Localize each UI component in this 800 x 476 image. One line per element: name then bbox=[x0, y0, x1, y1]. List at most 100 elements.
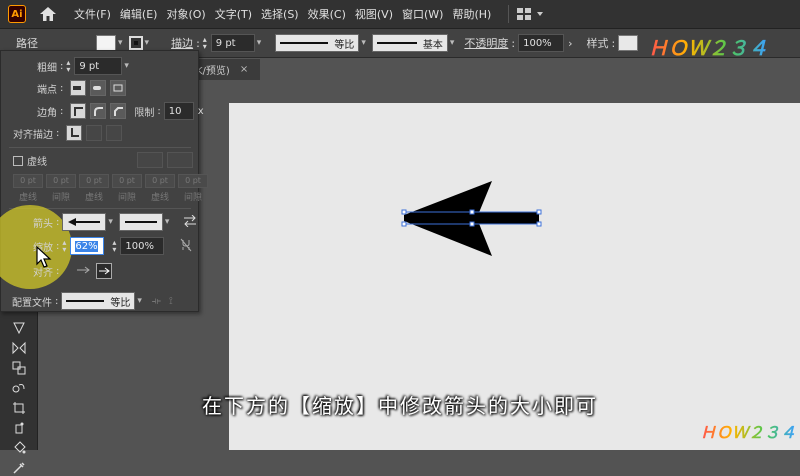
gap-label: 间隙 bbox=[117, 193, 136, 203]
start-arrowhead-dropdown[interactable] bbox=[62, 213, 107, 231]
end-arrowhead-dropdown[interactable] bbox=[118, 213, 163, 231]
graphic-style-swatch[interactable] bbox=[618, 35, 639, 51]
eyedropper-icon[interactable] bbox=[10, 460, 28, 476]
profile-row: 配置文件: 等比 ▾ ⟛ ⟟ bbox=[12, 292, 173, 310]
miter-join-icon[interactable] bbox=[70, 103, 87, 119]
stroke-color-swatch[interactable] bbox=[128, 36, 143, 50]
dash-gap-fields: 0 pt 0 pt 0 pt 0 pt 0 pt 0 pt 虚线 间隙 虚线 间… bbox=[13, 174, 208, 203]
preserve-dash-icon[interactable] bbox=[137, 152, 163, 168]
cap-row: 端点: bbox=[37, 80, 127, 96]
free-transform-icon[interactable] bbox=[10, 320, 28, 336]
arrowheads-label: 箭头 bbox=[33, 218, 53, 230]
align-stroke-row: 对齐描边: bbox=[13, 125, 123, 141]
corner-row: 边角: 限制: 10 x bbox=[37, 102, 204, 120]
limit-input[interactable]: 10 bbox=[163, 102, 194, 120]
object-type-label: 路径 bbox=[16, 35, 90, 51]
cap-label: 端点 bbox=[37, 84, 57, 96]
menu-object[interactable]: 对象(O) bbox=[166, 6, 205, 22]
dash-align-buttons bbox=[133, 152, 193, 168]
flip-along-icon[interactable]: ⟛ bbox=[152, 296, 161, 307]
start-scale-input[interactable]: 62% bbox=[70, 237, 105, 255]
menu-effect[interactable]: 效果(C) bbox=[308, 6, 346, 22]
align-inside-icon[interactable] bbox=[86, 125, 103, 141]
link-scale-icon[interactable] bbox=[180, 238, 192, 255]
menu-select[interactable]: 选择(S) bbox=[261, 6, 299, 22]
symbol-sprayer-icon[interactable] bbox=[10, 420, 28, 436]
corner-label: 边角 bbox=[37, 107, 57, 119]
align-outside-icon[interactable] bbox=[106, 125, 123, 141]
mouse-cursor-icon bbox=[36, 245, 52, 273]
menu-window[interactable]: 窗口(W) bbox=[402, 6, 443, 22]
dash-label: 虚线 bbox=[18, 193, 37, 203]
stepper-icon[interactable]: ▴ ▾ bbox=[66, 59, 74, 74]
stepper-icon[interactable]: ▴ ▾ bbox=[112, 239, 120, 254]
menu-divider bbox=[508, 5, 510, 23]
watermark-logo: ＨＯＷ２３４ bbox=[648, 32, 768, 61]
place-arrow-at-end-icon[interactable] bbox=[96, 263, 113, 279]
app-logo: Ai bbox=[8, 5, 26, 23]
brush-line-preview bbox=[376, 42, 417, 44]
stroke-weight-input[interactable]: 9 pt bbox=[210, 34, 255, 52]
gap-label: 间隙 bbox=[183, 193, 202, 203]
round-join-icon[interactable] bbox=[90, 103, 107, 119]
chevron-right-icon[interactable]: › bbox=[568, 37, 572, 50]
fill-color-swatch[interactable] bbox=[96, 35, 116, 51]
opacity-label[interactable]: 不透明度 bbox=[464, 35, 508, 51]
menu-help[interactable]: 帮助(H) bbox=[452, 6, 491, 22]
brush-definition-dropdown[interactable]: 基本 ▾ bbox=[371, 34, 454, 52]
extend-arrow-icon[interactable] bbox=[76, 265, 91, 278]
chevron-down-icon[interactable]: ▾ bbox=[108, 217, 113, 227]
scale-row: 缩放: ▴ ▾ 62% ▴ ▾ 100% bbox=[33, 237, 192, 255]
menu-view[interactable]: 视图(V) bbox=[355, 6, 393, 22]
dash-input[interactable]: 0 pt bbox=[145, 174, 175, 188]
variable-width-profile-dropdown[interactable]: 等比 ▾ bbox=[275, 34, 366, 52]
document-tab[interactable]: K/预览) × bbox=[190, 58, 260, 80]
watermark-text: ＨＯＷ２３４ bbox=[700, 423, 797, 442]
menu-file[interactable]: 文件(F) bbox=[74, 6, 111, 22]
chevron-down-icon[interactable]: ▾ bbox=[165, 217, 170, 227]
round-cap-icon[interactable] bbox=[90, 80, 107, 96]
gap-label: 间隙 bbox=[51, 193, 70, 203]
gap-input[interactable]: 0 pt bbox=[112, 174, 142, 188]
fill-swatch[interactable]: ▾ bbox=[96, 35, 123, 51]
profile-dropdown[interactable]: 等比 bbox=[61, 292, 136, 310]
menu-type[interactable]: 文字(T) bbox=[215, 6, 252, 22]
square-cap-icon[interactable] bbox=[110, 80, 127, 96]
close-icon[interactable]: × bbox=[240, 64, 248, 75]
chevron-down-icon[interactable]: ▾ bbox=[257, 38, 262, 48]
stroke-swatch[interactable]: ▾ bbox=[128, 36, 149, 50]
align-dash-icon[interactable] bbox=[167, 152, 193, 168]
home-icon[interactable] bbox=[38, 4, 58, 24]
weight-input[interactable]: 9 pt bbox=[74, 57, 123, 75]
paint-bucket-icon[interactable] bbox=[10, 440, 28, 456]
dash-input[interactable]: 0 pt bbox=[79, 174, 109, 188]
limit-unit: x bbox=[197, 105, 204, 117]
chevron-down-icon: ▾ bbox=[361, 38, 366, 48]
stroke-label[interactable]: 描边 bbox=[171, 35, 193, 51]
shape-builder-icon[interactable] bbox=[10, 360, 28, 376]
dash-input[interactable]: 0 pt bbox=[13, 174, 43, 188]
gap-input[interactable]: 0 pt bbox=[46, 174, 76, 188]
opacity-input[interactable]: 100% bbox=[518, 34, 565, 52]
chevron-down-icon[interactable]: ▾ bbox=[137, 296, 142, 306]
end-scale-input[interactable]: 100% bbox=[120, 237, 165, 255]
dash-label: 虚线 bbox=[150, 193, 169, 203]
gap-input[interactable]: 0 pt bbox=[178, 174, 208, 188]
chevron-down-icon[interactable]: ▾ bbox=[124, 61, 129, 71]
bevel-join-icon[interactable] bbox=[110, 103, 127, 119]
style-label: 样式 bbox=[586, 37, 609, 50]
stepper-icon[interactable]: ▴ ▾ bbox=[62, 239, 70, 254]
workspace-layout-icon[interactable] bbox=[517, 5, 557, 23]
flip-across-icon[interactable]: ⟟ bbox=[169, 296, 173, 307]
stepper-icon[interactable]: ▴ ▾ bbox=[203, 36, 211, 51]
menu-edit[interactable]: 编辑(E) bbox=[120, 6, 158, 22]
arrowheads-row: 箭头: ▾ ▾ bbox=[33, 213, 197, 231]
menu-bar: Ai 文件(F) 编辑(E) 对象(O) 文字(T) 选择(S) 效果(C) 视… bbox=[0, 0, 800, 29]
line-preview bbox=[280, 42, 329, 44]
dashed-checkbox[interactable] bbox=[13, 155, 23, 166]
butt-cap-icon[interactable] bbox=[70, 80, 87, 96]
align-center-icon[interactable] bbox=[66, 125, 83, 141]
swap-arrowheads-icon[interactable] bbox=[183, 214, 197, 230]
limit-label: 限制 bbox=[134, 107, 155, 119]
reflect-tool-icon[interactable] bbox=[10, 340, 28, 356]
